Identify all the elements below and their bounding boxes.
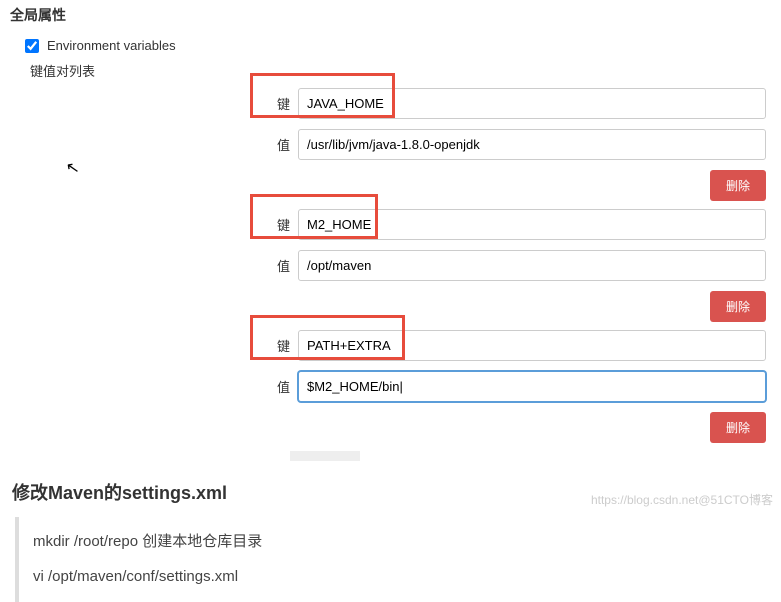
value-input[interactable]	[298, 129, 766, 160]
cursor-pointer-icon: ↖	[64, 157, 81, 179]
key-input[interactable]	[298, 209, 766, 240]
value-label: 值	[260, 256, 290, 275]
divider-placeholder	[290, 451, 360, 461]
value-input[interactable]	[298, 250, 766, 281]
kv-entry-2: 键 值 删除	[260, 330, 766, 443]
key-label: 键	[260, 336, 290, 355]
delete-button[interactable]: 删除	[710, 291, 766, 322]
key-label: 键	[260, 94, 290, 113]
code-line: mkdir /root/repo 创建本地仓库目录	[33, 525, 767, 560]
kv-entry-1: 键 值 删除	[260, 209, 766, 322]
env-vars-checkbox[interactable]	[25, 39, 39, 53]
value-label: 值	[260, 377, 290, 396]
delete-button[interactable]: 删除	[710, 170, 766, 201]
env-vars-label: Environment variables	[47, 38, 176, 53]
code-line: vi /opt/maven/conf/settings.xml	[33, 560, 767, 595]
kv-entry-0: 键 值 删除	[260, 88, 766, 201]
watermark: https://blog.csdn.net@51CTO博客	[591, 491, 773, 508]
key-label: 键	[260, 215, 290, 234]
code-block: mkdir /root/repo 创建本地仓库目录 vi /opt/maven/…	[15, 517, 781, 602]
value-input[interactable]	[298, 371, 766, 402]
env-vars-checkbox-row: Environment variables	[0, 30, 781, 57]
delete-button[interactable]: 删除	[710, 412, 766, 443]
value-label: 值	[260, 135, 290, 154]
kv-list-label: 键值对列表	[0, 57, 781, 88]
key-input[interactable]	[298, 88, 766, 119]
key-input[interactable]	[298, 330, 766, 361]
section-title: 全局属性	[0, 0, 781, 30]
